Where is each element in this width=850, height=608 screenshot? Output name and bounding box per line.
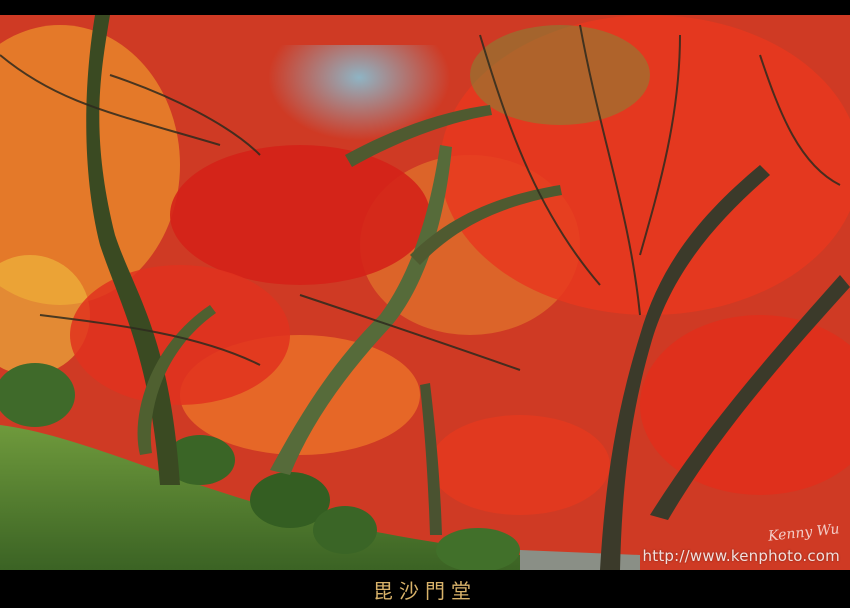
photo-illustration (0, 15, 850, 570)
photo-caption: 毘沙門堂 (373, 578, 477, 603)
caption-bar: 毘沙門堂 (0, 570, 850, 608)
website-watermark: http://www.kenphoto.com (642, 547, 840, 565)
autumn-maple-photo: Kenny Wu http://www.kenphoto.com (0, 15, 850, 570)
top-border (0, 0, 850, 15)
